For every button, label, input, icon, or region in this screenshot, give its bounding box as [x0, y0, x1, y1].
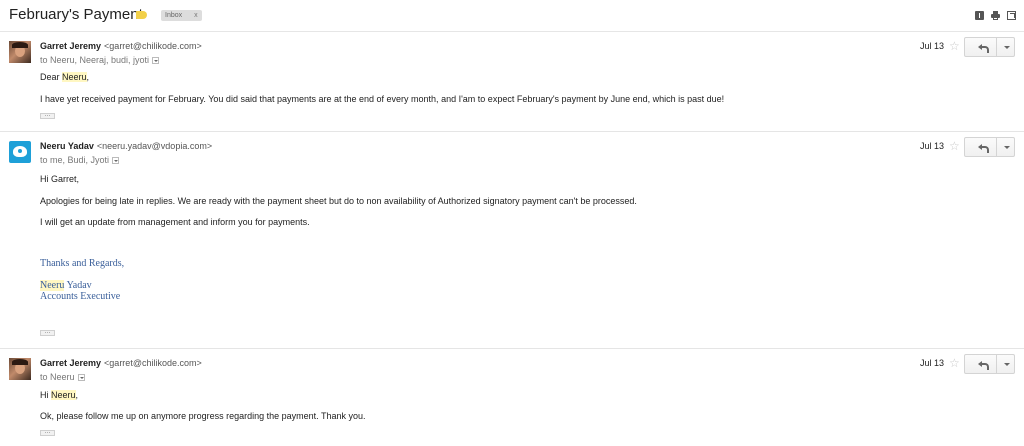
more-options-button[interactable]: [996, 137, 1015, 157]
thread-header: February's Payment Inbox x: [0, 0, 1024, 32]
print-icon[interactable]: [991, 11, 1000, 20]
inbox-label-text: Inbox: [165, 12, 183, 19]
recipients-text: to me, Budi, Jyoti: [40, 155, 110, 165]
body-line: Ok, please follow me up on anymore progr…: [40, 411, 366, 421]
sender-name: Neeru Yadav: [40, 141, 94, 151]
importance-label-icon[interactable]: [136, 11, 147, 19]
recipients: to me, Budi, Jyoti: [40, 155, 120, 165]
greeting-suffix: ,: [86, 72, 90, 82]
sender-email: <garret@chilikode.com>: [104, 41, 202, 51]
message-divider: [0, 348, 1024, 349]
inbox-label-chip[interactable]: Inbox x: [161, 10, 202, 21]
reply-button[interactable]: [964, 354, 997, 374]
avatar[interactable]: [9, 358, 31, 380]
show-details-icon[interactable]: [77, 374, 85, 381]
recipients: to Neeru, Neeraj, budi, jyoti: [40, 55, 160, 65]
avatar[interactable]: [9, 41, 31, 63]
show-trimmed-content-button[interactable]: ...: [40, 428, 55, 436]
show-details-icon[interactable]: [152, 57, 160, 64]
more-options-button[interactable]: [996, 354, 1015, 374]
message-date: Jul 13: [920, 141, 945, 151]
greeting: Hi Neeru,: [40, 390, 78, 400]
highlighted-name: Neeru: [62, 72, 87, 82]
star-icon[interactable]: ☆: [949, 140, 960, 152]
greeting: Dear Neeru,: [40, 72, 89, 82]
signature-regards: Thanks and Regards,: [40, 258, 125, 269]
body-line: I will get an update from management and…: [40, 217, 310, 227]
show-details-icon[interactable]: [112, 157, 120, 164]
show-trimmed-content-button[interactable]: ...: [40, 111, 55, 119]
star-icon[interactable]: ☆: [949, 40, 960, 52]
sender-email: <garret@chilikode.com>: [104, 358, 202, 368]
star-icon[interactable]: ☆: [949, 357, 960, 369]
show-trimmed-content-button[interactable]: ...: [40, 328, 55, 336]
signature-last-name: Yadav: [64, 280, 92, 291]
more-options-button[interactable]: [996, 37, 1015, 57]
highlighted-name: Neeru: [40, 280, 65, 291]
greeting-prefix: Hi: [40, 390, 51, 400]
remove-label-icon[interactable]: x: [194, 12, 198, 19]
highlighted-name: Neeru: [51, 390, 76, 400]
reply-button[interactable]: [964, 137, 997, 157]
sender-email: <neeru.yadav@vdopia.com>: [96, 141, 213, 151]
new-window-icon[interactable]: [1007, 11, 1016, 20]
recipients: to Neeru: [40, 372, 85, 382]
recipients-text: to Neeru: [40, 372, 75, 382]
thread-subject: February's Payment: [9, 6, 143, 23]
recipients-text: to Neeru, Neeraj, budi, jyoti: [40, 55, 150, 65]
info-icon[interactable]: [975, 11, 984, 20]
greeting: Hi Garret,: [40, 174, 80, 184]
sender[interactable]: Garret Jeremy <garret@chilikode.com>: [40, 41, 202, 51]
sender-name: Garret Jeremy: [40, 41, 102, 51]
sender[interactable]: Garret Jeremy <garret@chilikode.com>: [40, 358, 202, 368]
signature-title: Accounts Executive: [40, 291, 121, 302]
message-date: Jul 13: [920, 358, 945, 368]
sender[interactable]: Neeru Yadav <neeru.yadav@vdopia.com>: [40, 141, 212, 151]
signature-name: Neeru Yadav: [40, 280, 92, 291]
body-line: Apologies for being late in replies. We …: [40, 196, 637, 206]
message-date: Jul 13: [920, 41, 945, 51]
message-divider: [0, 131, 1024, 132]
avatar[interactable]: [9, 141, 31, 163]
sender-name: Garret Jeremy: [40, 358, 102, 368]
reply-button[interactable]: [964, 37, 997, 57]
greeting-suffix: ,: [75, 390, 79, 400]
greeting-prefix: Dear: [40, 72, 63, 82]
body-line: I have yet received payment for February…: [40, 94, 725, 104]
